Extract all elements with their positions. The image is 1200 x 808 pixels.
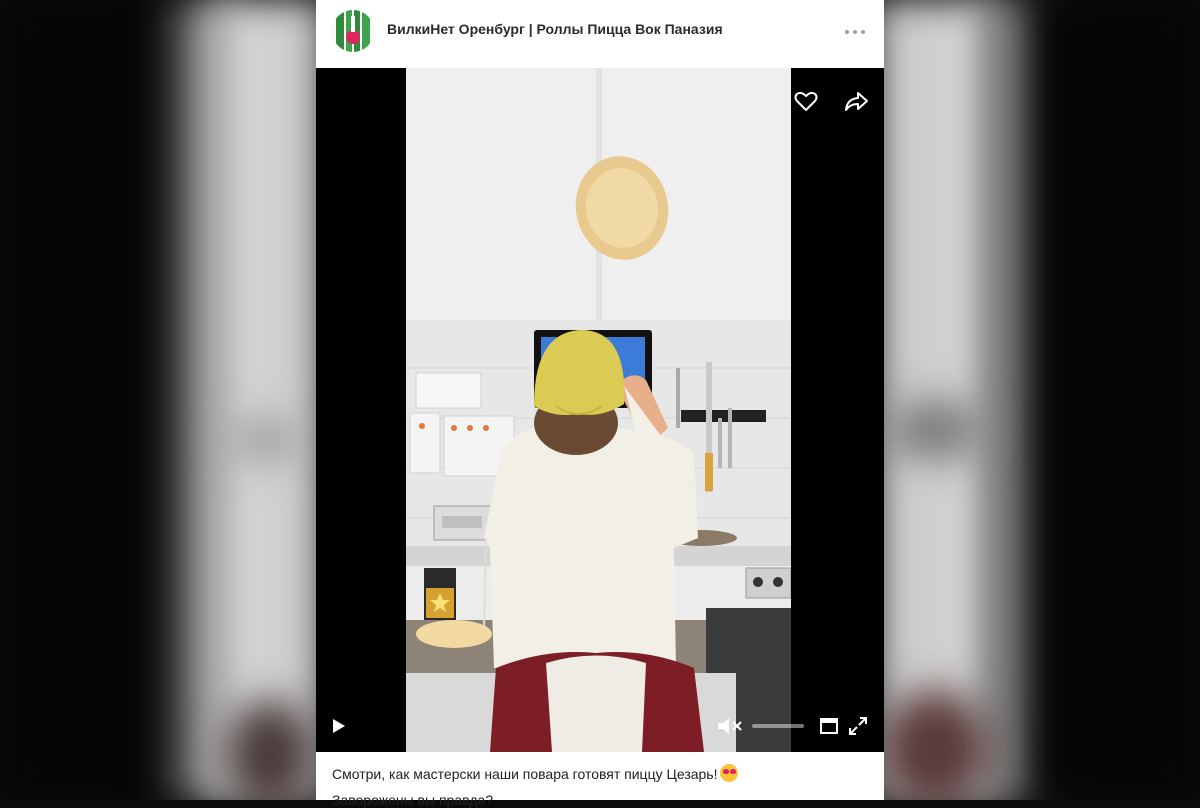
channel-name[interactable]: ВилкиНет Оренбург | Роллы Пицца Вок Пана… xyxy=(387,21,723,37)
volume-slider[interactable] xyxy=(752,723,804,729)
channel-avatar[interactable] xyxy=(332,10,374,52)
video-frame xyxy=(406,68,791,752)
post-caption: Смотри, как мастерски наши повара готовя… xyxy=(332,764,738,782)
heart-icon[interactable] xyxy=(793,88,819,114)
post-header: ВилкиНет Оренбург | Роллы Пицца Вок Пана… xyxy=(316,0,884,68)
video-player[interactable] xyxy=(316,68,884,752)
fullscreen-icon[interactable] xyxy=(847,715,869,737)
picture-in-picture-icon[interactable] xyxy=(818,716,840,736)
share-arrow-icon[interactable] xyxy=(843,88,869,114)
video-post-card: ВилкиНет Оренбург | Роллы Пицца Вок Пана… xyxy=(316,0,884,808)
more-dots-icon[interactable] xyxy=(837,20,873,44)
play-icon[interactable] xyxy=(328,716,348,736)
heart-eyes-emoji-icon xyxy=(719,764,738,782)
caption-text: Смотри, как мастерски наши повара готовя… xyxy=(332,766,718,782)
post-caption-second-line: Заворожены вы правда? xyxy=(332,792,494,808)
volume-muted-icon[interactable] xyxy=(716,716,744,736)
